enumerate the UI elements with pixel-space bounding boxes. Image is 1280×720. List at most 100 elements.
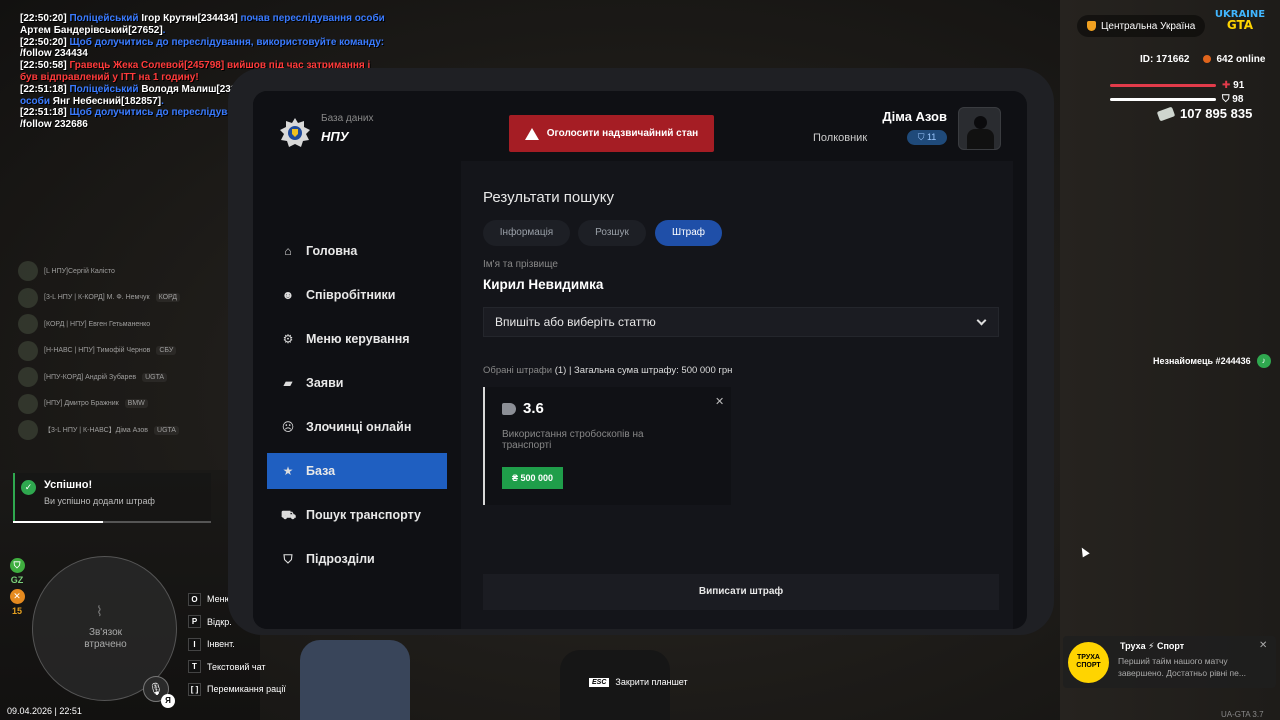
health-text: 91 [1233,80,1245,91]
money-text: 107 895 835 [1180,106,1253,121]
user-avatar [958,107,1001,150]
nav-label: Пошук транспорту [306,508,421,522]
brand-title: НПУ [321,129,349,144]
minimap-line1: Зв'язок [88,627,123,638]
player-id-line: ID: 171662 642 online [1140,54,1265,65]
nearby-players-list: [L НПУ]Сергій Калісто [3-L НПУ | К-КОРД] … [18,258,180,444]
chat-text: Артем Бандерівський[27652] [20,24,163,36]
gz-label: GZ [10,575,24,585]
nav-item[interactable]: ⌂ Головна [267,233,447,269]
chevron-down-icon [976,315,987,326]
player-tag: UGTA [142,372,167,382]
mask-icon: ☹ [281,420,295,434]
esc-label: Закрити планшет [615,677,688,687]
no-signal-icon: ⌇ [96,603,103,619]
fine-amount: ₴ 500 000 [502,467,563,489]
close-icon[interactable]: ✕ [1259,640,1267,651]
health-bar [1110,84,1216,87]
key-label: Інвент. [207,639,235,650]
news-notification[interactable]: ТРУХА СПОРТ Труха ⚡ Спорт Перший тайм на… [1063,636,1276,688]
armor-icon: ⛉ [1222,94,1230,105]
shield-status-icon: ⛉ [9,558,25,573]
date-time: 09.04.2026 | 22:51 [7,706,82,716]
minimap-status: Зв'язок втрачено [33,627,178,651]
toast-title: Успішно! [44,479,93,491]
shield-icon: ⛉ [283,552,293,566]
shield-icon [1087,21,1096,31]
player-name: [3-L НПУ | К-КОРД] М. Ф. Немчук [44,294,150,302]
game-logo: UKRAINE GTA [1212,10,1268,40]
nav-item[interactable]: ⛉ Підрозділи [267,541,447,577]
left-stats: ⛉ GZ ✕ 15 [9,558,25,616]
nav-item[interactable]: ▰ Заяви [267,365,447,401]
armor-bar [1110,98,1216,101]
level-value: 15 [11,606,22,616]
star-icon: ★ [282,464,294,478]
news-logo: ТРУХА СПОРТ [1068,642,1109,683]
tab[interactable]: Штраф [655,220,722,246]
rank-badge: ⛉ 11 [907,130,947,145]
chat-text: Поліцейський [66,13,142,24]
brand-subtitle: База даних [321,113,374,124]
key-cap: [ ] [188,682,201,696]
key-hint: I Інвент. [188,633,286,656]
nav-item[interactable]: ⚙ Меню керування [267,321,447,357]
nav-label: Співробітники [306,288,396,302]
armor-value: ⛉ 98 [1222,94,1243,105]
chat-time: [22:50:20] [20,36,67,48]
check-icon: ✓ [21,480,36,495]
key-label: Текстовий чат [207,661,266,672]
user-name: Діма Азов [882,109,947,124]
users-icon: ☻ [281,288,295,302]
player-avatar [18,367,38,388]
tab[interactable]: Розшук [578,220,646,246]
player-row: [3-L НПУ | К-КОРД] М. Ф. Немчук КОРД [18,285,180,312]
player-name: [НПУ-КОРД] Андрій Зубарев [44,373,137,381]
cross-icon: ✕ [9,589,25,604]
nav-label: База [306,464,336,478]
player-row: [НПУ-КОРД] Андрій Зубарев UGTA [18,364,180,391]
fine-code: 3.6 [523,400,544,417]
player-name: [L НПУ]Сергій Калісто [44,267,115,275]
news-title: Труха ⚡ Спорт [1120,641,1185,651]
name-value: Кирил Невидимка [483,277,604,292]
player-avatar [18,420,38,441]
close-icon[interactable]: ✕ [715,395,724,408]
player-name: [НПУ] Дмитро Бражник [44,400,119,408]
nav-item[interactable]: ☹ Злочинці онлайн [267,409,447,445]
nav-label: Заяви [306,376,344,390]
online-icon [1203,55,1212,63]
chat-text: Янг Небесний[182857] [52,95,162,107]
nav-item[interactable]: ★ База [267,453,447,489]
background-character [300,640,410,720]
gear-icon: ⚙ [282,332,294,346]
chat-text: . [162,24,166,36]
tab[interactable]: Інформація [483,220,570,246]
logo-bottom: GTA [1226,18,1254,32]
nav-item[interactable]: ⛟ Пошук транспорту [267,497,447,533]
nav-label: Підрозділи [306,552,375,566]
player-name: [КОРД | НПУ] Евген Гетьманенко [44,320,151,328]
player-name: 【3-L НПУ | К-НАВС】Діма Азов [44,427,149,435]
name-label: Ім'я та прізвище [483,259,558,270]
chat-text: /follow 232686 [20,119,88,131]
mic-badge: Я [161,694,175,708]
chat-time: [22:50:58] [20,60,67,72]
section-title: Результати пошуку [483,189,614,206]
key-label: Відкр. [207,616,232,627]
news-text: Перший тайм нашого матчу завершено. Дост… [1118,656,1246,678]
player-row: [КОРД | НПУ] Евген Гетьманенко [18,311,180,338]
article-select[interactable]: Впишіть або виберіть статтю [483,307,999,337]
chat-time: [22:51:18] [20,83,67,95]
nav-label: Злочинці онлайн [306,420,412,434]
emergency-button[interactable]: Оголосити надзвичайний стан [509,115,714,152]
nav-item[interactable]: ☻ Співробітники [267,277,447,313]
fine-card: 3.6 Використання стробоскопів на транспо… [483,387,731,505]
minimap-line2: втрачено [84,639,127,650]
key-hint: T Текстовий чат [188,656,286,679]
nav-label: Меню керування [306,332,410,346]
player-id: ID: 171662 [1140,54,1190,65]
player-avatar [18,393,38,414]
issue-fine-button[interactable]: Виписати штраф [483,574,999,610]
folder-icon: ▰ [283,376,293,390]
